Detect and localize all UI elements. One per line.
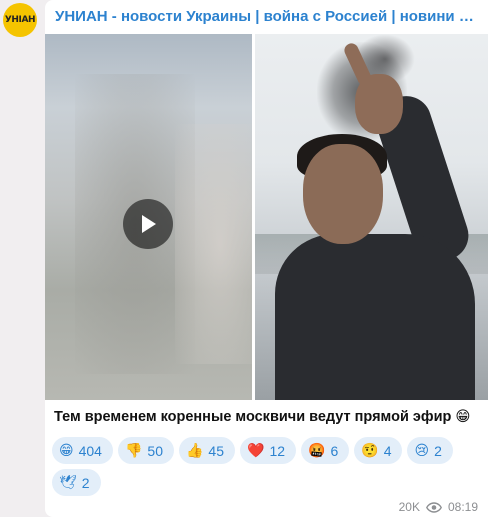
channel-title[interactable]: УНИАН - новости Украины | война с Россие… bbox=[55, 8, 480, 25]
reaction-dove[interactable]: 🕊 2 bbox=[52, 469, 101, 496]
reaction-count: 50 bbox=[147, 442, 163, 459]
reaction-cry[interactable]: 😢 2 bbox=[407, 437, 453, 464]
channel-avatar[interactable]: УНIAН bbox=[3, 3, 37, 37]
post-caption: Тем временем коренные москвичи ведут пря… bbox=[54, 409, 471, 425]
reaction-thumbs-up[interactable]: 👍 45 bbox=[178, 437, 235, 464]
reactions-bar: 😁 404 👎 50 👍 45 ❤️ 12 🤬 6 🤨 4 😢 2 🕊 2 bbox=[52, 437, 482, 496]
dove-icon: 🕊 bbox=[59, 474, 77, 491]
eye-icon bbox=[425, 501, 442, 513]
reaction-heart[interactable]: ❤️ 12 bbox=[240, 437, 297, 464]
thumbs-up-icon: 👍 bbox=[185, 442, 204, 459]
reaction-thumbs-down[interactable]: 👎 50 bbox=[117, 437, 174, 464]
angry-face-icon: 🤬 bbox=[308, 442, 326, 459]
thumbs-down-icon: 👎 bbox=[124, 442, 143, 459]
reaction-count: 2 bbox=[81, 474, 90, 491]
message-time: 08:19 bbox=[447, 500, 478, 514]
crying-face-icon: 😢 bbox=[414, 442, 430, 459]
reaction-count: 45 bbox=[208, 442, 224, 459]
reaction-count: 404 bbox=[78, 442, 102, 459]
heart-icon: ❤️ bbox=[247, 442, 265, 459]
reaction-raised-eyebrow[interactable]: 🤨 4 bbox=[354, 437, 403, 464]
avatar-logo-text: УНIAН bbox=[4, 15, 36, 25]
grin-emoji-icon: 😁 bbox=[59, 442, 74, 459]
man-figure bbox=[275, 234, 475, 400]
message-bubble: УНИАН - новости Украины | война с Россие… bbox=[45, 0, 488, 517]
view-count: 20K bbox=[398, 500, 420, 514]
reaction-count: 2 bbox=[434, 442, 442, 459]
reaction-count: 4 bbox=[383, 442, 392, 459]
video-thumbnail-left[interactable] bbox=[45, 34, 252, 400]
play-button[interactable] bbox=[123, 199, 173, 249]
play-icon bbox=[142, 215, 156, 233]
reaction-grin[interactable]: 😁 404 bbox=[52, 437, 113, 464]
video-thumbnail-right[interactable] bbox=[255, 34, 488, 400]
reaction-count: 12 bbox=[269, 442, 286, 459]
raised-eyebrow-icon: 🤨 bbox=[361, 442, 379, 459]
reaction-angry[interactable]: 🤬 6 bbox=[301, 437, 350, 464]
video-media[interactable] bbox=[45, 34, 488, 400]
message-meta: 20K 08:19 bbox=[399, 500, 478, 514]
reaction-count: 6 bbox=[330, 442, 339, 459]
